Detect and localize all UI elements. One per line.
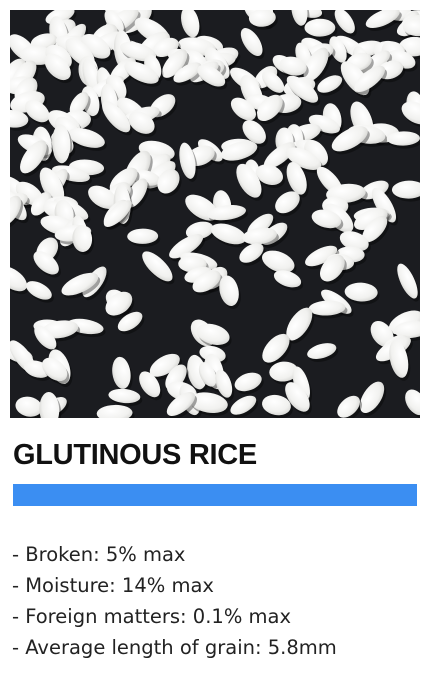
rice-grains-image: [10, 10, 420, 418]
rice-grain: [304, 18, 336, 37]
spec-item: - Moisture: 14% max: [12, 574, 214, 597]
spec-item: - Foreign matters: 0.1% max: [12, 605, 292, 628]
product-title: GLUTINOUS RICE: [13, 439, 257, 471]
spec-item: - Broken: 5% max: [12, 543, 186, 566]
product-photo: [10, 10, 420, 418]
spec-item: - Average length of grain: 5.8mm: [12, 636, 337, 659]
accent-bar: [13, 484, 417, 506]
spec-list: - Broken: 5% max - Moisture: 14% max - For…: [12, 539, 337, 663]
